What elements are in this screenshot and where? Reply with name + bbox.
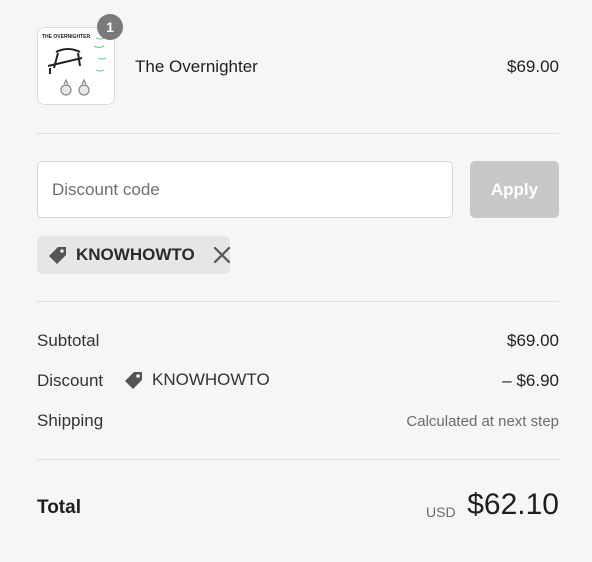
discount-code-info: KNOWHOWTO — [123, 369, 270, 391]
applied-discount-chip: KNOWHOWTO — [37, 236, 230, 274]
subtotal-label: Subtotal — [37, 331, 100, 350]
tag-icon — [123, 369, 145, 391]
product-name: The Overnighter — [135, 57, 258, 76]
quantity-badge: 1 — [97, 14, 123, 40]
apply-button[interactable]: Apply — [470, 161, 559, 218]
discount-amount: $6.90 — [516, 371, 559, 390]
discount-code: KNOWHOWTO — [152, 370, 270, 389]
total-label: Total — [37, 497, 81, 518]
total-amount: $62.10 — [467, 488, 559, 521]
subtotal-value: $69.00 — [507, 331, 559, 350]
divider — [37, 301, 559, 302]
product-price: $69.00 — [507, 57, 559, 76]
total-currency: USD — [426, 504, 456, 520]
applied-discount-code: KNOWHOWTO — [76, 245, 195, 264]
product-image: THE OVERNIGHTER — [38, 28, 114, 104]
discount-code-input[interactable] — [37, 161, 453, 218]
close-icon[interactable] — [213, 246, 231, 264]
shipping-value: Calculated at next step — [406, 413, 559, 430]
shipping-label: Shipping — [37, 411, 104, 430]
discount-minus-sign: – — [502, 371, 517, 390]
divider — [37, 459, 559, 460]
divider — [37, 133, 559, 134]
product-thumbnail: THE OVERNIGHTER — [37, 27, 115, 105]
discount-label: Discount — [37, 371, 104, 390]
order-summary: THE OVERNIGHTER 1 The Overnighter $69.00… — [0, 0, 592, 562]
thumbnail-caption: THE OVERNIGHTER — [42, 34, 90, 40]
discount-value: – $6.90 — [502, 371, 559, 391]
tag-icon — [47, 244, 69, 266]
